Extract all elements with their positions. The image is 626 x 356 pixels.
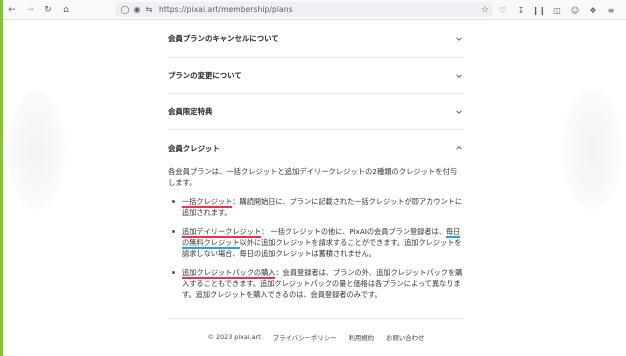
bullet-text: ： 一括クレジットの他に、PixAIの会員プラン登録者は、	[261, 227, 446, 236]
lock-icon[interactable]: ◉	[131, 2, 143, 17]
menu-icon[interactable]: ≡	[602, 0, 620, 20]
credits-list: 一括クレジット：購読開始日に、プランに記載された一括クレジットが即アカウントに追…	[168, 196, 464, 300]
address-bar[interactable]: ◯ ◉ ⇆ https://pixai.art/membership/plans…	[115, 2, 493, 17]
download-icon[interactable]: ↧	[512, 0, 530, 20]
home-icon[interactable]: ⌂	[57, 0, 75, 20]
list-item: 一括クレジット：購読開始日に、プランに記載された一括クレジットが即アカウントに追…	[168, 196, 464, 218]
background-blur-right	[562, 90, 622, 210]
chevron-down-icon[interactable]	[454, 34, 464, 44]
footer: © 2023 pixai.art プライバシーポリシー 利用規約 お問い合わせ	[168, 333, 464, 342]
footer-contact-link[interactable]: お問い合わせ	[386, 333, 424, 342]
accordion-title: 会員クレジット	[168, 143, 220, 153]
footer-privacy-link[interactable]: プライバシーポリシー	[273, 333, 337, 342]
permissions-icon[interactable]: ⇆	[143, 2, 155, 17]
back-icon[interactable]: ←	[3, 0, 21, 20]
url-text[interactable]: https://pixai.art/membership/plans	[159, 5, 293, 14]
list-item: 追加クレジットパックの購入：会員登録者は、プランの外、追加クレジットパックを購入…	[168, 267, 464, 300]
chevron-down-icon[interactable]	[454, 71, 464, 81]
shield-icon[interactable]: ◯	[119, 2, 131, 17]
faq-section: 会員プランのキャンセルについて プランの変更について 会員限定特典 会員クレジッ…	[168, 20, 464, 342]
accordion-header[interactable]: 会員クレジット	[168, 130, 464, 166]
account-icon[interactable]: ☺	[566, 0, 584, 20]
toolbar-right: ♡ ↧ ❙❙ ◫ ☺ ❖ ≡	[494, 0, 620, 20]
reload-icon[interactable]: ↻	[39, 0, 57, 20]
credits-intro: 各会員プランは、一括クレジットと追加デイリークレジットの2種類のクレジットを付与…	[168, 167, 458, 187]
bullet-term: 追加デイリークレジット	[182, 227, 262, 238]
footer-divider	[168, 318, 464, 319]
chevron-down-icon[interactable]	[454, 107, 464, 117]
browser-toolbar: ← → ↻ ⌂ ◯ ◉ ⇆ https://pixai.art/membersh…	[3, 0, 626, 20]
library-icon[interactable]: ❙❙	[530, 0, 548, 20]
background-blur-left	[6, 90, 66, 210]
chevron-up-icon[interactable]	[454, 143, 464, 153]
pocket-icon[interactable]: ♡	[494, 0, 512, 20]
forward-icon[interactable]: →	[21, 0, 39, 20]
list-item: 追加デイリークレジット： 一括クレジットの他に、PixAIの会員プラン登録者は、…	[168, 226, 464, 259]
sidebar-icon[interactable]: ◫	[548, 0, 566, 20]
footer-terms-link[interactable]: 利用規約	[348, 333, 374, 342]
window-edge	[0, 0, 3, 356]
bullet-term: 追加クレジットパックの購入	[182, 268, 276, 279]
bookmark-star-icon[interactable]: ☆	[481, 2, 489, 17]
accordion-title: プランの変更について	[168, 71, 242, 80]
accordion-title: 会員プランのキャンセルについて	[168, 34, 279, 43]
accordion-item-cancel[interactable]: 会員プランのキャンセルについて	[168, 20, 464, 58]
accordion-item-member-credits: 会員クレジット 各会員プランは、一括クレジットと追加デイリークレジットの2種類の…	[168, 130, 464, 314]
accordion-body: 各会員プランは、一括クレジットと追加デイリークレジットの2種類のクレジットを付与…	[168, 166, 464, 314]
accordion-item-plan-change[interactable]: プランの変更について	[168, 58, 464, 94]
accordion-title: 会員限定特典	[168, 107, 213, 116]
extensions-icon[interactable]: ❖	[584, 0, 602, 20]
bullet-term: 一括クレジット	[182, 197, 233, 208]
accordion-item-member-benefits[interactable]: 会員限定特典	[168, 94, 464, 130]
footer-copyright: © 2023 pixai.art	[207, 333, 261, 341]
